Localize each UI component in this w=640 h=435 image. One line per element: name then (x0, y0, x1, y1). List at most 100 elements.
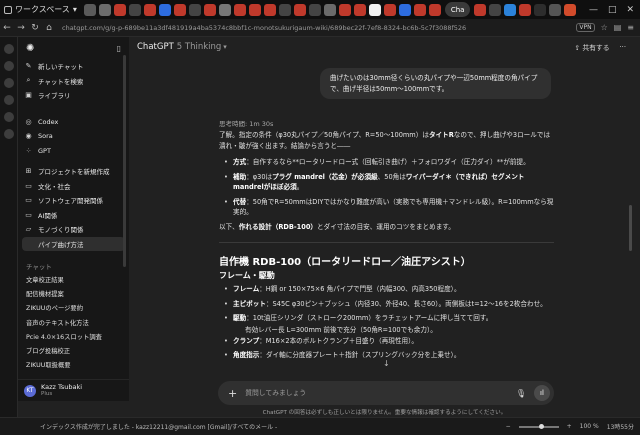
chat-list-item[interactable]: ZIKUU取扱概要 (18, 358, 129, 372)
chat-list-item[interactable]: 配信機材提案 (18, 287, 129, 301)
share-button[interactable]: ⇪ 共有する (574, 42, 609, 52)
reload-icon[interactable]: ↻ (28, 23, 42, 33)
user-plan: Plus (41, 390, 53, 397)
rail-shortcut-icon[interactable] (3, 129, 14, 139)
rail-shortcut-icon[interactable] (3, 61, 14, 71)
zoom-plus-icon[interactable]: + (567, 423, 572, 430)
sidebar-item-active-chat[interactable]: パイプ曲げ方法 (22, 236, 125, 251)
tab-favicon[interactable] (414, 3, 427, 16)
tab-favicon[interactable] (339, 3, 352, 16)
more-options-icon[interactable]: ··· (620, 43, 626, 51)
tab-favicon[interactable] (114, 3, 127, 16)
tab-favicon[interactable] (399, 3, 412, 16)
chevron-down-icon[interactable]: ▾ (223, 43, 227, 51)
back-icon[interactable]: ← (0, 23, 14, 33)
topbar-actions: ⇪ 共有する ··· (574, 42, 640, 52)
sidebar-item-project[interactable]: ▱ モノづくり関係 (18, 222, 129, 237)
tab-favicon[interactable] (84, 3, 97, 16)
chat-list-item[interactable]: ZIKUUのページ要約 (18, 301, 129, 315)
tab-favicon[interactable] (548, 3, 561, 16)
rail-shortcut-icon[interactable] (3, 95, 14, 105)
sidebar-top-items: ✎ 新しいチャット ⌕ チャットを検索 ▣ ライブラリ (18, 59, 129, 103)
share-label: 共有する (582, 44, 610, 52)
rail-shortcut-icon[interactable] (3, 112, 14, 122)
openai-logo-icon[interactable]: ✺ (26, 43, 34, 54)
list-item: 代替：50角でR=50mmはDIYではかなり難度が高い（実務でも専用機＋マンドレ… (219, 197, 554, 218)
tab-favicon[interactable] (219, 3, 232, 16)
tab-favicon[interactable] (204, 3, 217, 16)
maximize-icon[interactable]: □ (608, 5, 617, 15)
tab-favicon[interactable] (159, 3, 172, 16)
model-selector[interactable]: 5 Thinking (177, 42, 222, 52)
spec-bullets: フレーム：H鋼 or 150×75×6 角パイプで門型（内幅300、内高350程… (219, 284, 554, 361)
tab-favicons-right (472, 3, 577, 16)
sidebar-item-project[interactable]: ▭ 文化・社会 (18, 179, 129, 194)
tab-favicon[interactable] (174, 3, 187, 16)
menu-icon[interactable]: ≡ (627, 23, 634, 32)
tab-favicon[interactable] (129, 3, 142, 16)
tab-favicon[interactable] (429, 3, 442, 16)
sidebar-item-new-project[interactable]: ⊞ プロジェクトを新規作成 (18, 164, 129, 179)
subsection-heading: フレーム・駆動 (219, 271, 275, 280)
tab-favicon[interactable] (354, 3, 367, 16)
chat-list-item[interactable]: ブログ投稿校正 (18, 343, 129, 357)
tab-favicon[interactable] (294, 3, 307, 16)
tab-favicon[interactable] (249, 3, 262, 16)
sidebar-item-sora[interactable]: ◉ Sora (18, 129, 129, 144)
forward-icon[interactable]: → (14, 23, 28, 33)
tab-favicon[interactable] (488, 3, 501, 16)
zoom-minus-icon[interactable]: − (506, 423, 511, 430)
microphone-icon[interactable]: 🎙 (516, 389, 526, 398)
sidebar-scrollbar[interactable] (123, 55, 126, 267)
tab-favicon[interactable] (518, 3, 531, 16)
disclaimer: ChatGPT の回答は必ずしも正しいとは限りません。重要な情報は確認するように… (262, 410, 507, 416)
sidebar-item-library[interactable]: ▣ ライブラリ (18, 88, 129, 103)
voice-mode-button[interactable]: ıl (534, 385, 550, 401)
minimize-icon[interactable]: — (589, 5, 598, 15)
plus-icon[interactable]: + (228, 387, 237, 400)
thought-time[interactable]: 思考時間: 1m 30s (219, 118, 554, 130)
zoom-slider[interactable] (518, 423, 559, 429)
sidebar-item-codex[interactable]: ◎ Codex (18, 115, 129, 130)
main-scrollbar[interactable] (629, 205, 632, 251)
close-icon[interactable]: ✕ (626, 5, 634, 15)
scroll-down-icon[interactable]: ↓ (383, 359, 390, 368)
sidebar-item-label: ライブラリ (38, 92, 71, 101)
tab-favicon[interactable] (533, 3, 546, 16)
collapse-sidebar-icon[interactable]: ▯ (117, 44, 121, 53)
sidebar-item-search-chats[interactable]: ⌕ チャットを検索 (18, 74, 129, 89)
tab-favicon[interactable] (279, 3, 292, 16)
prompt-input[interactable] (245, 389, 516, 397)
chat-list-item[interactable]: 文章校正結果 (18, 273, 129, 287)
home-icon[interactable]: ⌂ (42, 23, 56, 33)
tab-favicon[interactable] (324, 3, 337, 16)
user-menu[interactable]: KT Kazz Tsubaki Plus (18, 379, 129, 401)
sidebar-item-project[interactable]: ▭ ソフトウェア開発関係 (18, 193, 129, 208)
sidebar-item-label: 文化・社会 (38, 182, 71, 191)
active-tab[interactable]: Cha (444, 2, 471, 17)
tab-favicon[interactable] (309, 3, 322, 16)
chat-list-item[interactable]: 音声のテキスト化方法 (18, 315, 129, 329)
chevron-down-icon: ▾ (72, 5, 77, 14)
star-icon[interactable]: ☆ (601, 23, 608, 32)
sidebar-item-new-chat[interactable]: ✎ 新しいチャット (18, 59, 129, 74)
tab-favicon[interactable] (99, 3, 112, 16)
tab-favicon[interactable] (563, 3, 576, 16)
chat-list-item[interactable]: Pcie 4.0×16スロット調査 (18, 329, 129, 343)
tab-favicon[interactable] (503, 3, 516, 16)
tab-favicon[interactable] (384, 3, 397, 16)
sidebar-item-project[interactable]: ▭ AI関係 (18, 208, 129, 223)
workspace-switcher[interactable]: ワークスペース ▾ (0, 0, 83, 19)
tab-favicon[interactable] (234, 3, 247, 16)
rail-shortcut-icon[interactable] (3, 44, 14, 54)
tab-favicon[interactable] (264, 3, 277, 16)
tab-favicon[interactable] (144, 3, 157, 16)
tab-favicon[interactable] (189, 3, 202, 16)
tab-favicon[interactable] (473, 3, 486, 16)
rail-shortcut-icon[interactable] (3, 78, 14, 88)
tab-favicon[interactable] (369, 3, 382, 16)
url-field[interactable]: chatgpt.com/g/g-p-689be11a3df481919a4ba5… (62, 24, 502, 32)
vpn-badge[interactable]: VPN (576, 23, 595, 32)
extensions-icon[interactable]: ▤ (614, 23, 622, 32)
sidebar-item-gpt[interactable]: ⁘ GPT (18, 144, 129, 159)
